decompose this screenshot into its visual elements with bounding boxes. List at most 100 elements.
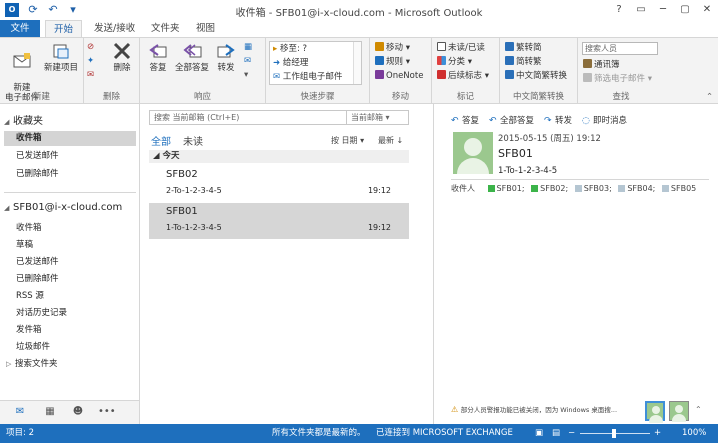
zoom-out-icon[interactable]: − (568, 424, 575, 443)
maximize-button[interactable]: ▢ (674, 0, 696, 20)
more-respond-icon[interactable]: ▾ (244, 70, 248, 81)
categorize-button[interactable]: 分类 ▾ (437, 56, 472, 68)
reading-view-icon[interactable]: ▤ (552, 424, 560, 443)
message-from[interactable]: SFB01 (498, 147, 533, 160)
to-simplified-button[interactable]: 简转繁 (505, 56, 542, 68)
cleanup-icon[interactable]: ✦ (87, 56, 94, 67)
group-move: 移动 ▾ 规则 ▾ OneNote 移动 (370, 38, 432, 104)
sort-by-dropdown[interactable]: 按 日期 ▾ (331, 135, 364, 146)
tab-send-receive[interactable]: 发送/接收 (86, 20, 143, 38)
folder-item[interactable]: 发件箱 (16, 323, 136, 338)
quick-step-team-email[interactable]: ✉ 工作组电子邮件 (270, 70, 361, 84)
tab-view[interactable]: 视图 (188, 20, 223, 38)
favorite-item-deleted[interactable]: 已删除邮件 (16, 167, 136, 182)
to-simplified-label: 简转繁 (516, 57, 542, 67)
presence-icon (618, 185, 626, 192)
favorite-item-inbox[interactable]: 收件箱 (4, 131, 136, 146)
filter-unread[interactable]: 未读 (183, 133, 203, 148)
address-book-button[interactable]: 通讯簿 (583, 59, 620, 71)
ribbon-display-button[interactable]: ▭ (630, 0, 652, 20)
folder-item[interactable]: 垃圾邮件 (16, 340, 136, 355)
people-pane-expand-icon[interactable]: ⌃ (695, 405, 702, 414)
delete-button[interactable]: 删除 (106, 41, 138, 73)
rp-reply-all-button[interactable]: ↶ 全部答复 (489, 114, 534, 126)
filter-all[interactable]: 全部 (151, 133, 171, 148)
message-date: 2015-05-15 (周五) 19:12 (498, 134, 601, 144)
recipient[interactable]: SFB01; (497, 184, 525, 193)
flag-icon (437, 70, 446, 79)
calendar-icon[interactable]: ▦ (42, 406, 58, 420)
tab-file[interactable]: 文件 (0, 20, 40, 38)
minimize-button[interactable]: ─ (652, 0, 674, 20)
group-chinese-conversion: 繁转简 简转繁 中文简繁转换 中文简繁转换 (500, 38, 578, 104)
quick-steps-scrollbar[interactable] (353, 42, 361, 84)
navigation-bar: ✉ ▦ ☻ ••• (0, 400, 140, 424)
people-icon[interactable]: ☻ (70, 406, 86, 420)
reply-all-button[interactable]: 全部答复 (172, 41, 212, 73)
search-people-input[interactable]: 搜索人员 (582, 42, 658, 55)
rules-button[interactable]: 规则 ▾ (375, 56, 410, 68)
to-traditional-label: 繁转简 (516, 43, 542, 53)
tab-home[interactable]: 开始 (45, 20, 83, 38)
folder-item[interactable]: 已发送邮件 (16, 255, 136, 270)
sort-order-button[interactable]: 最新 ↓ (378, 135, 403, 146)
group-respond-label: 响应 (193, 92, 211, 102)
delete-label: 删除 (113, 63, 131, 73)
sender-avatar[interactable] (453, 132, 493, 174)
rp-im-button[interactable]: ◌ 即时消息 (582, 114, 627, 126)
new-items-label: 新建项目 (43, 63, 78, 73)
search-scope-dropdown[interactable]: 当前邮箱 ▾ (347, 110, 409, 125)
new-items-button[interactable]: 新建项目 (42, 41, 80, 73)
folder-item[interactable]: 收件箱 (16, 221, 136, 236)
quick-step-to-manager[interactable]: ➜ 给经理 (270, 56, 361, 70)
unread-read-button[interactable]: 未读/已读 (437, 42, 485, 54)
search-input[interactable]: 搜索 当前邮箱 (Ctrl+E) (149, 110, 347, 125)
more-icon[interactable]: ••• (98, 406, 116, 420)
convert-button[interactable]: 中文简繁转换 (505, 70, 567, 82)
favorites-header[interactable]: ◢ 收藏夹 (4, 112, 43, 127)
zoom-slider-thumb[interactable] (612, 429, 616, 438)
folder-item-search[interactable]: ▷ 搜索文件夹 (6, 357, 126, 372)
follow-up-button[interactable]: 后续标志 ▾ (437, 70, 489, 82)
collapse-ribbon-icon[interactable]: ⌃ (706, 92, 713, 103)
people-pane-avatar-selected[interactable] (645, 401, 665, 423)
tab-folder[interactable]: 文件夹 (143, 20, 188, 38)
quick-step-label: 工作组电子邮件 (282, 72, 343, 82)
zoom-level[interactable]: 100% (682, 424, 706, 443)
account-header[interactable]: ◢ SFB01@i-x-cloud.com (4, 202, 122, 213)
onenote-button[interactable]: OneNote (375, 70, 423, 82)
rp-forward-label: 转发 (555, 116, 573, 126)
zoom-in-icon[interactable]: + (654, 424, 661, 443)
meeting-icon[interactable]: ▦ (244, 42, 252, 53)
recipient[interactable]: SFB03; (584, 184, 612, 193)
folder-item[interactable]: RSS 源 (16, 289, 136, 304)
normal-view-icon[interactable]: ▣ (535, 424, 543, 443)
mail-icon[interactable]: ✉ (12, 406, 28, 420)
close-button[interactable]: ✕ (696, 0, 718, 20)
message-row[interactable]: SFB02 2-To-1-2-3-4-5 19:12 (149, 166, 409, 202)
reply-button[interactable]: 答复 (144, 41, 172, 73)
recipient[interactable]: SFB05 (671, 184, 696, 193)
people-pane-avatar[interactable] (669, 401, 689, 422)
folder-item[interactable]: 对话历史记录 (16, 306, 136, 321)
rp-reply-button[interactable]: ↶ 答复 (451, 114, 479, 126)
junk-icon[interactable]: ✉ (87, 70, 94, 81)
filter-email-button[interactable]: 筛选电子邮件 ▾ (583, 73, 652, 85)
to-traditional-button[interactable]: 繁转简 (505, 42, 542, 54)
folder-item[interactable]: 草稿 (16, 238, 136, 253)
rp-forward-button[interactable]: ↷ 转发 (544, 114, 572, 126)
ignore-icon[interactable]: ⊘ (87, 42, 94, 53)
forward-button[interactable]: 转发 (212, 41, 240, 73)
im-icon[interactable]: ✉ (244, 56, 251, 67)
quick-step-move-to[interactable]: ▸ 移至: ? (270, 42, 361, 56)
favorite-item-sent[interactable]: 已发送邮件 (16, 149, 136, 164)
help-button[interactable]: ? (608, 0, 630, 20)
message-row-selected[interactable]: SFB01 1-To-1-2-3-4-5 19:12 (149, 203, 409, 239)
recipient[interactable]: SFB04; (627, 184, 655, 193)
rp-reply-label: 答复 (462, 116, 480, 126)
move-button[interactable]: 移动 ▾ (375, 42, 410, 54)
expand-icon: ▷ (6, 360, 12, 368)
group-header-today[interactable]: ◢ 今天 (149, 150, 409, 163)
folder-item[interactable]: 已删除邮件 (16, 272, 136, 287)
recipient[interactable]: SFB02; (540, 184, 568, 193)
